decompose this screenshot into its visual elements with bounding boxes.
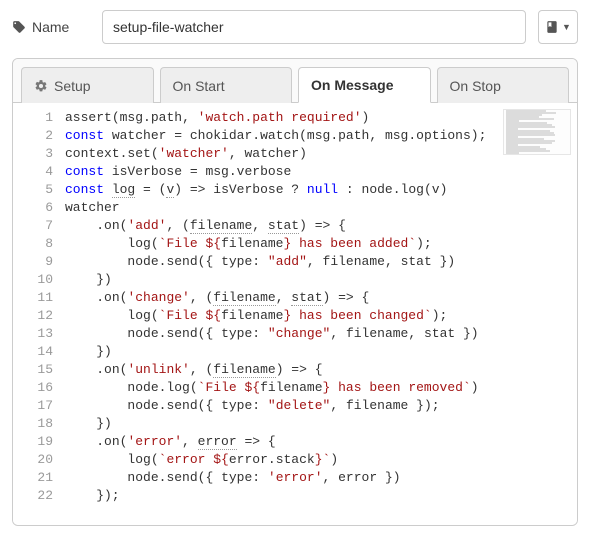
code-line: node.log(`File ${filename} has been remo… <box>65 379 577 397</box>
line-number: 17 <box>13 397 53 415</box>
line-number: 3 <box>13 145 53 163</box>
editor-panel: SetupOn StartOn MessageOn Stop 123456789… <box>12 58 578 526</box>
code-line: node.send({ type: "add", filename, stat … <box>65 253 577 271</box>
line-number: 2 <box>13 127 53 145</box>
tab-label: On Stop <box>450 78 501 94</box>
code-content[interactable]: assert(msg.path, 'watch.path required')c… <box>65 109 577 505</box>
line-number: 7 <box>13 217 53 235</box>
name-label: Name <box>12 19 90 35</box>
code-line: }) <box>65 415 577 433</box>
caret-down-icon: ▼ <box>562 22 571 32</box>
code-line: const isVerbose = msg.verbose <box>65 163 577 181</box>
code-line: }); <box>65 487 577 505</box>
line-gutter: 12345678910111213141516171819202122 <box>13 109 65 505</box>
code-editor[interactable]: 12345678910111213141516171819202122 asse… <box>13 103 577 525</box>
line-number: 15 <box>13 361 53 379</box>
code-line: context.set('watcher', watcher) <box>65 145 577 163</box>
library-menu-button[interactable]: ▼ <box>538 10 578 44</box>
code-line: log(`File ${filename} has been changed`)… <box>65 307 577 325</box>
code-line: .on('add', (filename, stat) => { <box>65 217 577 235</box>
line-number: 13 <box>13 325 53 343</box>
line-number: 5 <box>13 181 53 199</box>
line-number: 4 <box>13 163 53 181</box>
code-line: node.send({ type: "delete", filename }); <box>65 397 577 415</box>
line-number: 16 <box>13 379 53 397</box>
line-number: 1 <box>13 109 53 127</box>
tab-on-stop[interactable]: On Stop <box>437 67 570 103</box>
line-number: 19 <box>13 433 53 451</box>
tab-setup[interactable]: Setup <box>21 67 154 103</box>
code-line: log(`File ${filename} has been added`); <box>65 235 577 253</box>
line-number: 11 <box>13 289 53 307</box>
line-number: 21 <box>13 469 53 487</box>
code-line: }) <box>65 271 577 289</box>
gear-icon <box>34 79 48 93</box>
code-line: log(`error ${error.stack}`) <box>65 451 577 469</box>
tab-label: Setup <box>54 78 91 94</box>
code-line: .on('unlink', (filename) => { <box>65 361 577 379</box>
code-line: node.send({ type: 'error', error }) <box>65 469 577 487</box>
line-number: 8 <box>13 235 53 253</box>
name-label-text: Name <box>32 19 69 35</box>
line-number: 12 <box>13 307 53 325</box>
property-row-name: Name ▼ <box>12 10 578 44</box>
tab-on-message[interactable]: On Message <box>298 67 431 103</box>
code-line: const watcher = chokidar.watch(msg.path,… <box>65 127 577 145</box>
code-line: node.send({ type: "change", filename, st… <box>65 325 577 343</box>
tab-bar: Setup On Start On Message On Stop <box>13 59 577 103</box>
line-number: 9 <box>13 253 53 271</box>
line-number: 22 <box>13 487 53 505</box>
line-number: 14 <box>13 343 53 361</box>
code-line: .on('change', (filename, stat) => { <box>65 289 577 307</box>
code-line: const log = (v) => isVerbose ? null : no… <box>65 181 577 199</box>
name-input[interactable] <box>102 10 526 44</box>
line-number: 10 <box>13 271 53 289</box>
code-line: assert(msg.path, 'watch.path required') <box>65 109 577 127</box>
book-icon <box>545 20 559 34</box>
tab-label: On Message <box>311 77 393 93</box>
line-number: 6 <box>13 199 53 217</box>
tab-on-start[interactable]: On Start <box>160 67 293 103</box>
line-number: 18 <box>13 415 53 433</box>
tab-label: On Start <box>173 78 225 94</box>
code-line: watcher <box>65 199 577 217</box>
code-line: }) <box>65 343 577 361</box>
code-line: .on('error', error => { <box>65 433 577 451</box>
tag-icon <box>12 20 26 34</box>
line-number: 20 <box>13 451 53 469</box>
